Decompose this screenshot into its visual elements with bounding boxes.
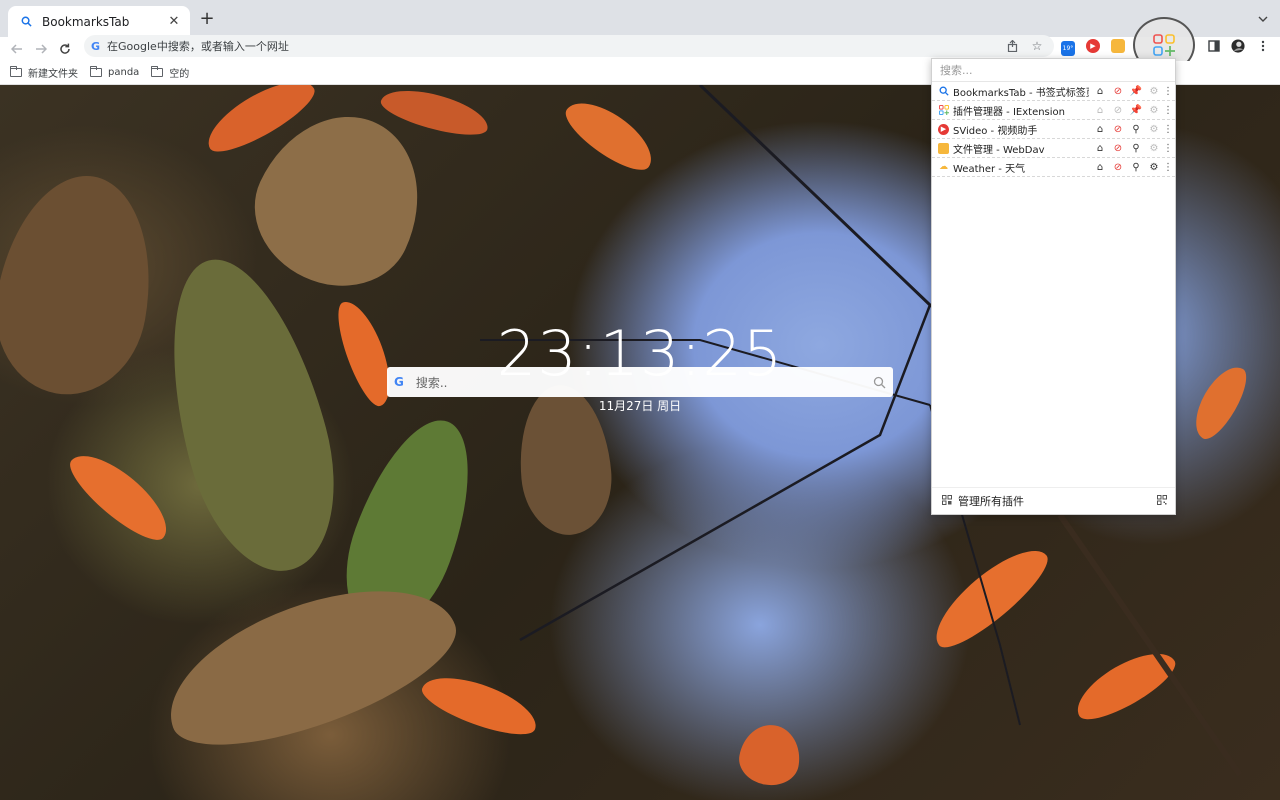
google-g-icon: G	[91, 39, 101, 53]
address-bar[interactable]: G 在Google中搜索，或者输入一个网址 ☆	[84, 35, 1054, 57]
manage-all-extensions-link[interactable]: 管理所有插件	[958, 493, 1157, 509]
extension-name: BookmarksTab - 书签式标签页	[953, 87, 1089, 99]
extension-name: 文件管理 - WebDav	[953, 144, 1045, 156]
tab-strip: BookmarksTab ✕ +	[0, 0, 1280, 37]
side-panel-icon	[1208, 40, 1220, 52]
home-icon[interactable]: ⌂	[1093, 103, 1107, 117]
bookmark-label: 空的	[169, 69, 190, 80]
avatar	[1231, 39, 1245, 53]
popup-search-placeholder: 搜索...	[940, 64, 973, 77]
disable-icon[interactable]: ⊘	[1111, 141, 1125, 155]
gear-icon[interactable]: ⚙	[1147, 103, 1161, 117]
search-icon	[18, 14, 34, 30]
profile-avatar[interactable]	[1231, 39, 1245, 53]
bookmark-label: panda	[108, 67, 140, 78]
gear-icon[interactable]: ⚙	[1147, 122, 1161, 136]
pin-icon[interactable]: 📌	[1129, 103, 1143, 117]
more-icon[interactable]: ⋮	[1163, 124, 1173, 135]
back-button[interactable]	[7, 39, 27, 59]
chevron-down-icon[interactable]	[1258, 12, 1268, 25]
search-icon[interactable]	[865, 368, 893, 396]
tab-bookmarkstab[interactable]: BookmarksTab ✕	[8, 6, 190, 37]
gear-icon[interactable]: ⚙	[1147, 160, 1161, 174]
weather-temp: 19°	[1062, 45, 1074, 52]
disable-icon[interactable]: ⊘	[1111, 122, 1125, 136]
more-menu-button[interactable]	[1256, 39, 1270, 53]
more-icon[interactable]: ⋮	[1163, 162, 1173, 173]
arrow-right-icon	[36, 44, 47, 54]
reload-icon	[60, 43, 70, 54]
reload-button[interactable]	[55, 39, 75, 59]
folder-icon	[90, 66, 102, 77]
address-bar-placeholder: 在Google中搜索，或者输入一个网址	[107, 40, 289, 53]
extension-name: 插件管理器 - IExtension	[953, 106, 1066, 118]
extension-row[interactable]: ☁ Weather - 天气 ⌂ ⊘ ⚲ ⚙ ⋮	[932, 158, 1175, 177]
share-icon[interactable]	[1004, 38, 1020, 54]
more-icon[interactable]: ⋮	[1163, 143, 1173, 154]
bookmark-folder[interactable]: panda	[90, 66, 140, 78]
folder-icon	[151, 66, 164, 77]
more-icon[interactable]: ⋮	[1163, 86, 1173, 97]
bookmark-folder[interactable]: 新建文件夹	[10, 65, 78, 80]
kebab-menu-icon	[1261, 40, 1265, 52]
search-placeholder: 搜索..	[415, 375, 448, 390]
folder-icon	[10, 66, 22, 77]
bookmark-folder[interactable]: 空的	[151, 65, 189, 80]
gear-icon[interactable]: ⚙	[1147, 84, 1161, 98]
weather-icon: ☁	[939, 162, 948, 172]
pin-icon[interactable]: ⚲	[1129, 160, 1143, 174]
grid-plus-icon	[938, 105, 949, 116]
search-icon	[938, 86, 949, 97]
pin-icon[interactable]: 📌	[1129, 84, 1143, 98]
bookmark-label: 新建文件夹	[28, 69, 78, 80]
extension-row[interactable]: ▶ SVideo - 视频助手 ⌂ ⊘ ⚲ ⚙ ⋮	[932, 120, 1175, 139]
pin-icon[interactable]: ⚲	[1129, 141, 1143, 155]
pin-icon[interactable]: ⚲	[1129, 122, 1143, 136]
popup-search-input[interactable]: 搜索...	[932, 59, 1175, 82]
google-g-icon: G	[394, 375, 404, 389]
close-icon[interactable]: ✕	[166, 14, 182, 30]
qr-code-icon[interactable]	[1157, 494, 1167, 508]
grid-plus-icon	[1153, 34, 1175, 56]
disable-icon[interactable]: ⊘	[1111, 103, 1125, 117]
manage-extensions-icon	[942, 494, 952, 508]
new-tab-button[interactable]: +	[198, 10, 216, 28]
extension-row[interactable]: BookmarksTab - 书签式标签页 ⌂ ⊘ 📌 ⚙ ⋮	[932, 82, 1175, 101]
extension-name: SVideo - 视频助手	[953, 125, 1038, 137]
more-icon[interactable]: ⋮	[1163, 105, 1173, 116]
tab-title: BookmarksTab	[42, 14, 130, 29]
forward-button[interactable]	[31, 39, 51, 59]
home-icon[interactable]: ⌂	[1093, 122, 1107, 136]
gear-icon[interactable]: ⚙	[1147, 141, 1161, 155]
svideo-extension-icon[interactable]: ▶	[1086, 39, 1100, 53]
webdav-extension-icon[interactable]	[1111, 39, 1125, 53]
disable-icon[interactable]: ⊘	[1111, 84, 1125, 98]
weather-extension-icon[interactable]: 19°	[1061, 41, 1075, 56]
side-panel-button[interactable]	[1207, 39, 1221, 53]
home-icon[interactable]: ⌂	[1093, 84, 1107, 98]
extension-row[interactable]: 文件管理 - WebDav ⌂ ⊘ ⚲ ⚙ ⋮	[932, 139, 1175, 158]
arrow-left-icon	[11, 44, 22, 54]
home-icon[interactable]: ⌂	[1093, 160, 1107, 174]
folder-icon	[938, 142, 949, 154]
star-icon[interactable]: ☆	[1029, 38, 1045, 54]
disable-icon[interactable]: ⊘	[1111, 160, 1125, 174]
extension-row[interactable]: 插件管理器 - IExtension ⌂ ⊘ 📌 ⚙ ⋮	[932, 101, 1175, 120]
search-input[interactable]: G 搜索..	[387, 367, 893, 397]
extension-manager-popup: 搜索... BookmarksTab - 书签式标签页 ⌂ ⊘ 📌 ⚙ ⋮ 插件…	[931, 58, 1176, 515]
home-icon[interactable]: ⌂	[1093, 141, 1107, 155]
play-icon: ▶	[938, 123, 949, 135]
popup-footer: 管理所有插件	[932, 487, 1175, 514]
extension-name: Weather - 天气	[953, 163, 1026, 175]
